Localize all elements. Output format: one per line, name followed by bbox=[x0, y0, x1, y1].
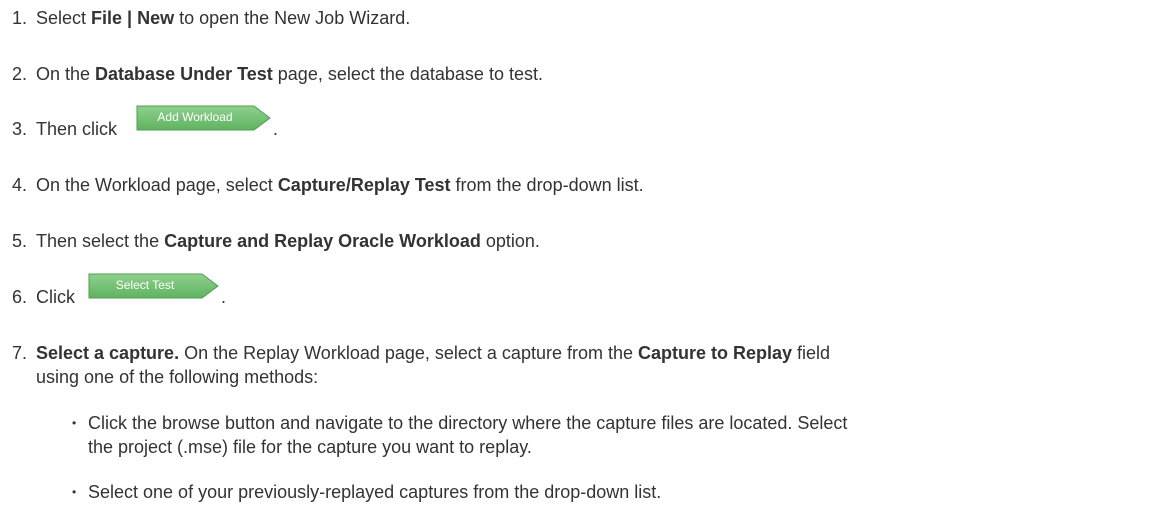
step-text-post: to open the New Job Wizard. bbox=[174, 8, 411, 28]
bullet-item-1-continuation: the project (.mse) file for the capture … bbox=[88, 437, 532, 457]
step-text-post: page, select the database to test. bbox=[272, 64, 543, 84]
add-workload-button-label: Add Workload bbox=[157, 110, 233, 124]
bullet-icon: • bbox=[72, 485, 77, 499]
bullet-text: Click the browse button and navigate to … bbox=[88, 413, 848, 433]
step-text: Select File | New to open the New Job Wi… bbox=[36, 7, 410, 29]
step-text-pre: Select bbox=[36, 8, 92, 28]
add-workload-button[interactable]: Add Workload bbox=[136, 105, 272, 131]
step-text-post: from the drop-down list. bbox=[450, 175, 644, 195]
step-7-continuation: using one of the following methods: bbox=[36, 367, 319, 387]
step-6-period: . bbox=[221, 287, 227, 307]
step-text-post: option. bbox=[480, 231, 540, 251]
step-text-pre: On the Workload page, select bbox=[36, 175, 278, 195]
step-text: Click bbox=[36, 287, 75, 307]
select-test-button[interactable]: Select Test bbox=[88, 273, 220, 299]
menu-path: File | New bbox=[91, 8, 175, 28]
step-text-pre: On the bbox=[36, 64, 96, 84]
field-name: Capture to Replay bbox=[638, 343, 793, 363]
step-text-post: field bbox=[792, 343, 831, 363]
step-text: Then click bbox=[36, 119, 118, 139]
step-text: On the Workload page, select Capture/Rep… bbox=[36, 174, 644, 196]
option-name: Capture/Replay Test bbox=[277, 175, 451, 195]
page-name: Database Under Test bbox=[95, 64, 273, 84]
select-test-button-label: Select Test bbox=[115, 278, 175, 292]
bullet-text: Select one of your previously-replayed c… bbox=[88, 482, 662, 502]
step-text: On the Database Under Test page, select … bbox=[36, 63, 543, 85]
step-lead: Select a capture. bbox=[36, 343, 180, 363]
step-text: Select a capture. On the Replay Workload… bbox=[36, 342, 830, 364]
step-3-period: . bbox=[273, 119, 279, 139]
option-name: Capture and Replay Oracle Workload bbox=[164, 231, 481, 251]
step-text-pre: On the Replay Workload page, select a ca… bbox=[179, 343, 638, 363]
step-text: Then select the Capture and Replay Oracl… bbox=[36, 230, 540, 252]
bullet-icon: • bbox=[72, 416, 77, 430]
step-text-pre: Then select the bbox=[36, 231, 165, 251]
